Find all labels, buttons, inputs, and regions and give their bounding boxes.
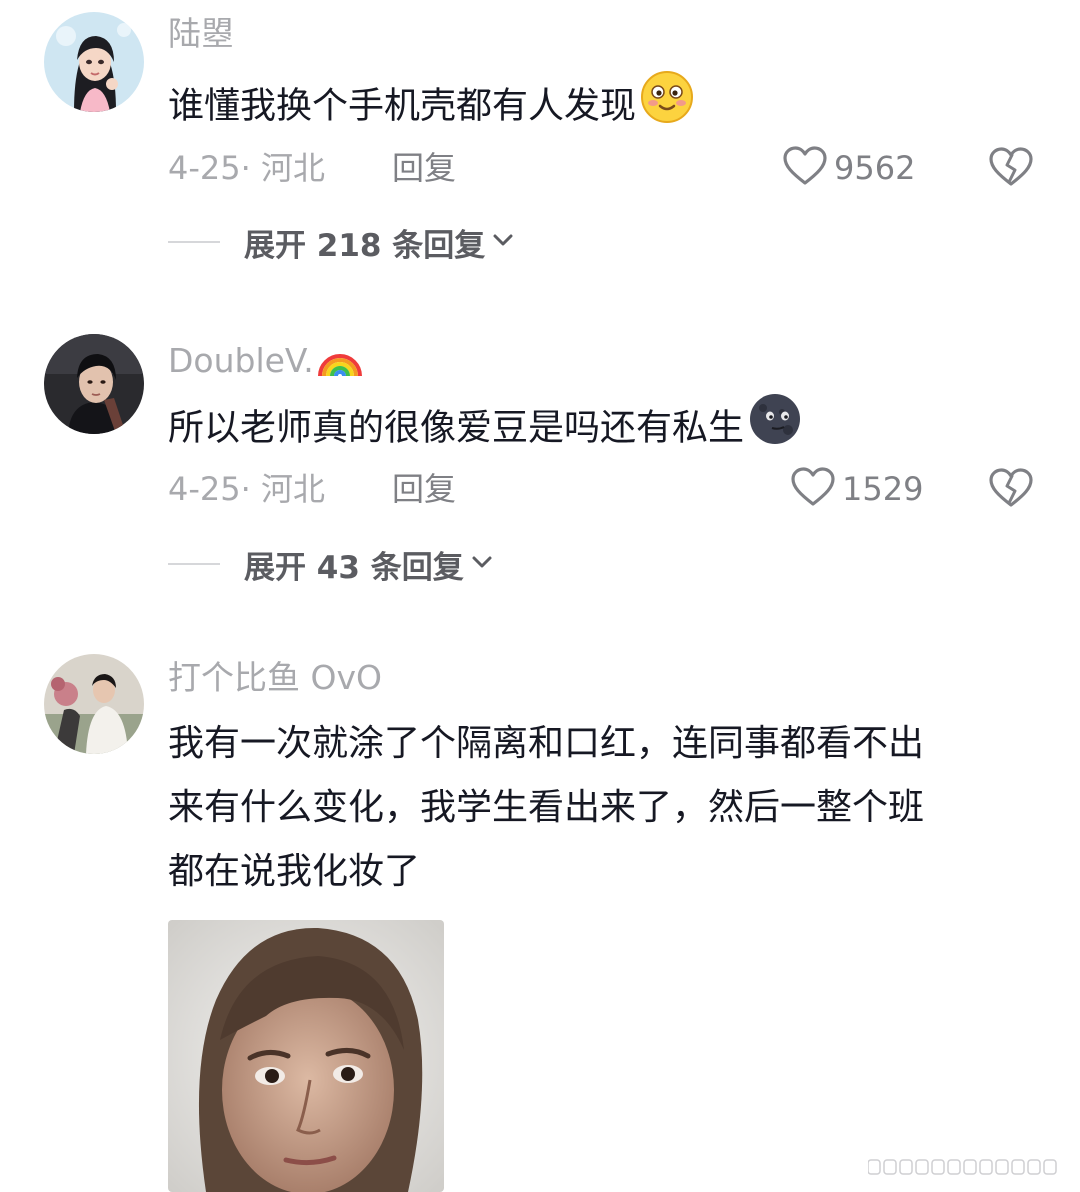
username[interactable]: 打个比鱼 OvO: [168, 658, 382, 698]
avatar[interactable]: [44, 654, 144, 754]
comment-image[interactable]: [168, 920, 444, 1192]
comment-text-line: 来有什么变化，我学生看出来了，然后一整个班: [168, 787, 925, 828]
comment-text-line: 都在说我化妆了: [168, 851, 421, 892]
image-progress-indicator: [867, 1156, 1068, 1178]
comment-text-line: 我有一次就涂了个隔离和口红，连同事都看不出: [168, 723, 925, 764]
comment-text: 我有一次就涂了个隔离和口红，连同事都看不出 来有什么变化，我学生看出来了，然后一…: [168, 712, 1038, 904]
comment-item: 打个比鱼 OvO 我有一次就涂了个隔离和口红，连同事都看不出 来有什么变化，我学…: [0, 0, 1080, 1192]
